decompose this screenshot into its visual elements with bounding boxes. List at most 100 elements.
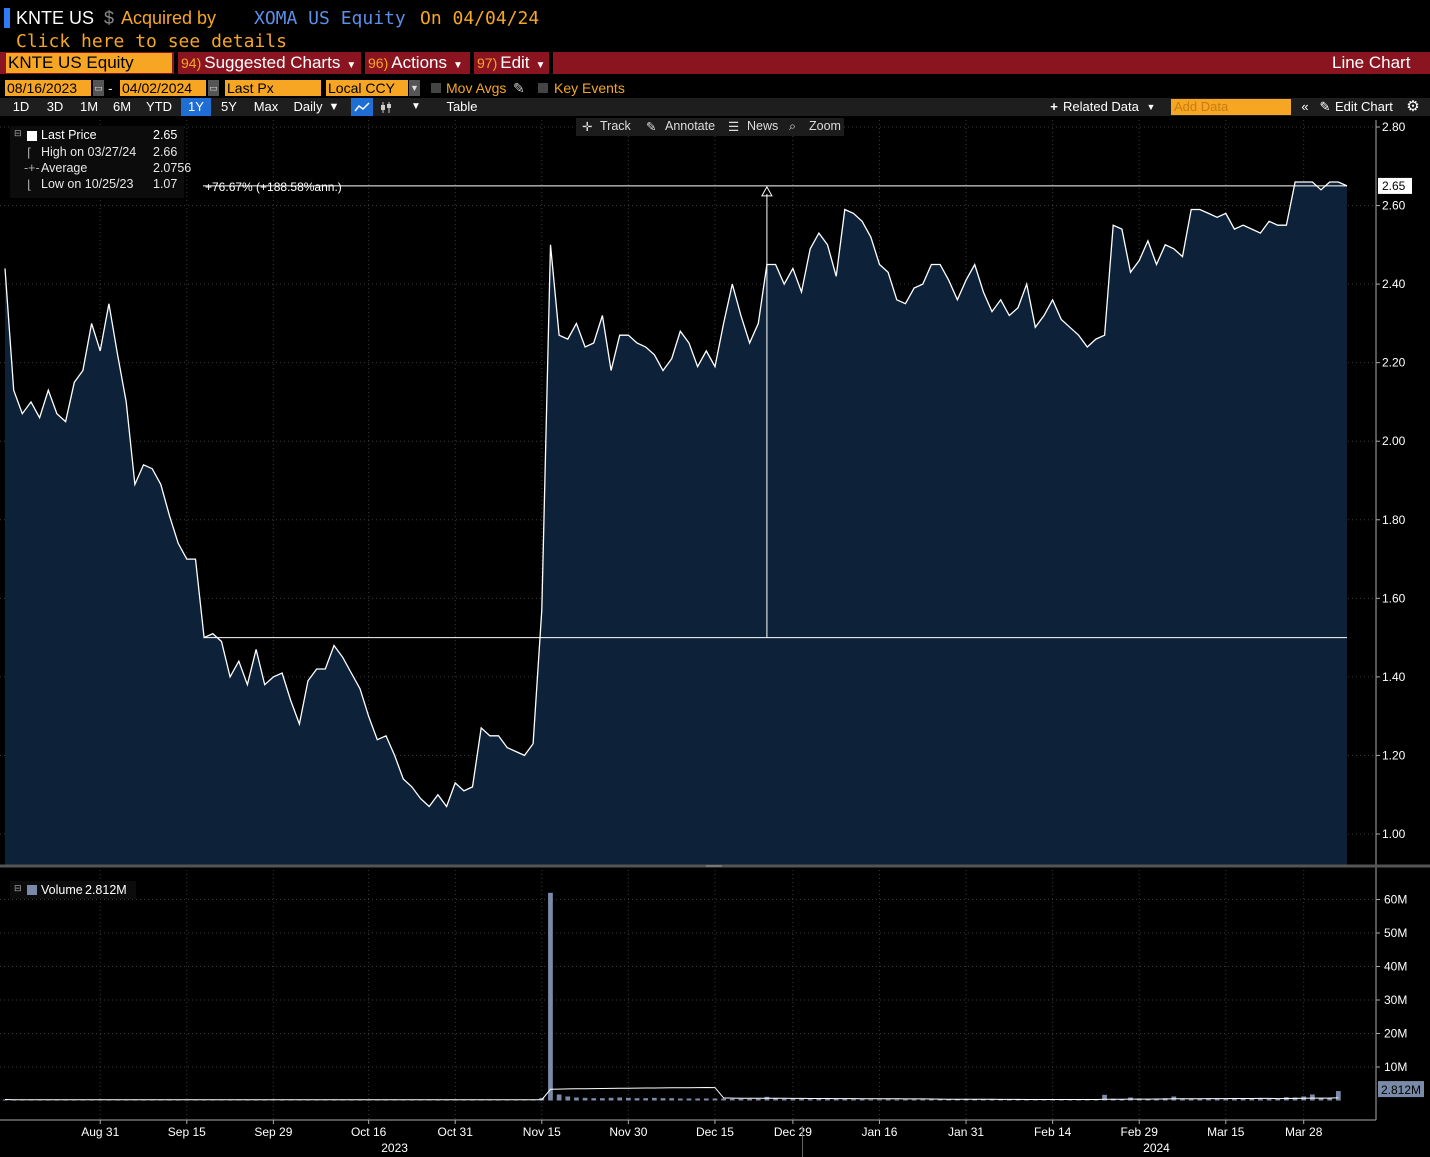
volume-bar: [591, 1098, 597, 1101]
price-tick-label: 1.20: [1382, 748, 1406, 762]
acquisition-date: On 04/04/24: [420, 8, 540, 29]
end-date-field[interactable]: 04/02/2024: [120, 80, 206, 96]
price-tick-label: 2.60: [1382, 199, 1406, 213]
key-events-checkbox[interactable]: [538, 83, 548, 93]
currency-symbol: $: [104, 8, 115, 28]
news-icon[interactable]: ☰: [728, 119, 739, 134]
series-swatch: [27, 131, 37, 141]
range-3d-button[interactable]: 3D: [40, 98, 70, 116]
volume-bar: [1310, 1094, 1315, 1101]
volume-label: Volume: [41, 883, 83, 897]
crosshair-icon[interactable]: ✛: [582, 119, 592, 134]
chart-controls: 08/16/2023 ▭ - 04/02/2024 ▭ Last Px Loca…: [0, 79, 1430, 97]
high-marker-icon: ⌈: [27, 146, 32, 160]
volume-bar: [729, 1098, 735, 1101]
start-date-field[interactable]: 08/16/2023: [5, 80, 91, 96]
volume-legend: ⊟ Volume 2.812M: [10, 881, 136, 899]
date-tick-label: Mar 15: [1207, 1125, 1245, 1139]
menu-separator: [174, 52, 178, 74]
volume-bar: [825, 1098, 830, 1101]
date-tick-label: Dec 15: [696, 1125, 734, 1139]
range-max-button[interactable]: Max: [249, 98, 283, 116]
volume-bar: [790, 1098, 796, 1101]
volume-bar: [548, 892, 553, 1101]
pencil-icon[interactable]: ✎: [646, 119, 656, 134]
range-1m-button[interactable]: 1M: [74, 98, 104, 116]
edit-chart-button[interactable]: Edit Chart: [1335, 98, 1401, 116]
range-1y-button[interactable]: 1Y: [181, 98, 211, 116]
volume-bar: [747, 1098, 752, 1101]
volume-bar: [937, 1099, 943, 1101]
volume-bar: [929, 1099, 934, 1101]
calendar-icon[interactable]: ▭: [93, 80, 104, 96]
plus-icon[interactable]: +: [1048, 98, 1060, 116]
line-chart-icon[interactable]: [351, 98, 373, 116]
price-volume-chart[interactable]: +76.67% (+188.58%ann.) 1.001.201.401.601…: [0, 117, 1430, 1157]
menu-number: 94): [181, 55, 202, 71]
key-events-label: Key Events: [554, 80, 625, 96]
chart-tools: ✛ Track ✎ Annotate ☰ News ⌕ Zoom: [576, 118, 844, 136]
zoom-button[interactable]: Zoom: [809, 119, 841, 133]
caret-down-icon[interactable]: ▼: [408, 98, 424, 116]
change-annotation-text: +76.67% (+188.58%ann.): [205, 180, 342, 194]
add-data-input[interactable]: Add Data: [1171, 99, 1291, 115]
suggested-charts-menu[interactable]: 94) Suggested Charts ▼: [181, 52, 356, 74]
chevron-down-icon[interactable]: ▼: [409, 80, 420, 96]
actions-menu[interactable]: 96) Actions ▼: [368, 52, 463, 74]
details-link[interactable]: Click here to see details: [16, 31, 287, 52]
average-value: 2.0756: [153, 161, 192, 175]
date-axis: Aug 31 Sep 15 Sep 29 Oct 16 Oct 31 Nov 15 Nov …: [81, 1120, 1323, 1157]
volume-bar: [738, 1098, 744, 1101]
volume-bar: [755, 1098, 761, 1101]
calendar-icon[interactable]: ▭: [208, 80, 219, 96]
volume-bar: [582, 1097, 588, 1101]
collapse-icon[interactable]: ⊟: [14, 128, 22, 139]
price-field-select[interactable]: Last Px: [225, 80, 321, 96]
year-label: 2024: [1143, 1141, 1170, 1155]
security-field[interactable]: KNTE US Equity: [6, 53, 172, 73]
volume-bar: [807, 1099, 813, 1101]
volume-swatch: [27, 885, 37, 895]
volume-bar: [903, 1099, 908, 1101]
annotate-button[interactable]: Annotate: [665, 119, 715, 133]
news-button[interactable]: News: [747, 119, 778, 133]
volume-average-line: [4, 1086, 1339, 1101]
range-6m-button[interactable]: 6M: [107, 98, 137, 116]
price-tick-label: 2.80: [1382, 120, 1406, 134]
currency-select[interactable]: Local CCY: [326, 80, 408, 96]
caret-down-icon[interactable]: ▼: [1144, 98, 1158, 116]
zoom-icon[interactable]: ⌕: [789, 119, 796, 134]
range-1d-button[interactable]: 1D: [6, 98, 36, 116]
volume-bar: [703, 1098, 709, 1101]
high-label: High on 03/27/24: [41, 145, 137, 159]
related-data-button[interactable]: Related Data: [1063, 98, 1143, 116]
range-ytd-button[interactable]: YTD: [142, 98, 176, 116]
volume-bar: [695, 1098, 701, 1101]
ticker-marker: [4, 8, 10, 28]
volume-bar: [911, 1099, 917, 1101]
frequency-select[interactable]: Daily: [288, 98, 328, 116]
acquirer-link[interactable]: XOMA US Equity: [254, 8, 406, 29]
pencil-icon: ✎: [1319, 99, 1331, 114]
date-tick-label: Mar 28: [1285, 1125, 1323, 1139]
collapse-icon[interactable]: ⊟: [14, 883, 22, 894]
volume-bar: [885, 1099, 891, 1101]
mov-avgs-checkbox[interactable]: [431, 83, 441, 93]
double-chevron-left-icon[interactable]: «: [1297, 98, 1313, 116]
low-label: Low on 10/25/23: [41, 177, 134, 191]
ticker: KNTE US: [16, 8, 95, 28]
pencil-icon[interactable]: ✎: [513, 80, 525, 97]
volume-bar: [574, 1097, 579, 1101]
candlestick-icon[interactable]: [376, 98, 396, 116]
range-5y-button[interactable]: 5Y: [214, 98, 244, 116]
edit-menu[interactable]: 97) Edit ▼: [477, 52, 545, 74]
table-button[interactable]: Table: [432, 98, 492, 116]
track-button[interactable]: Track: [600, 119, 631, 133]
volume-tick-label: 20M: [1384, 1027, 1407, 1041]
volume-tick-label: 30M: [1384, 993, 1407, 1007]
caret-down-icon[interactable]: ▼: [328, 98, 340, 116]
date-tick-label: Jan 31: [948, 1125, 984, 1139]
volume-tick-label: 40M: [1384, 960, 1407, 974]
gear-icon[interactable]: ⚙: [1404, 98, 1422, 116]
volume-bar: [859, 1099, 865, 1101]
